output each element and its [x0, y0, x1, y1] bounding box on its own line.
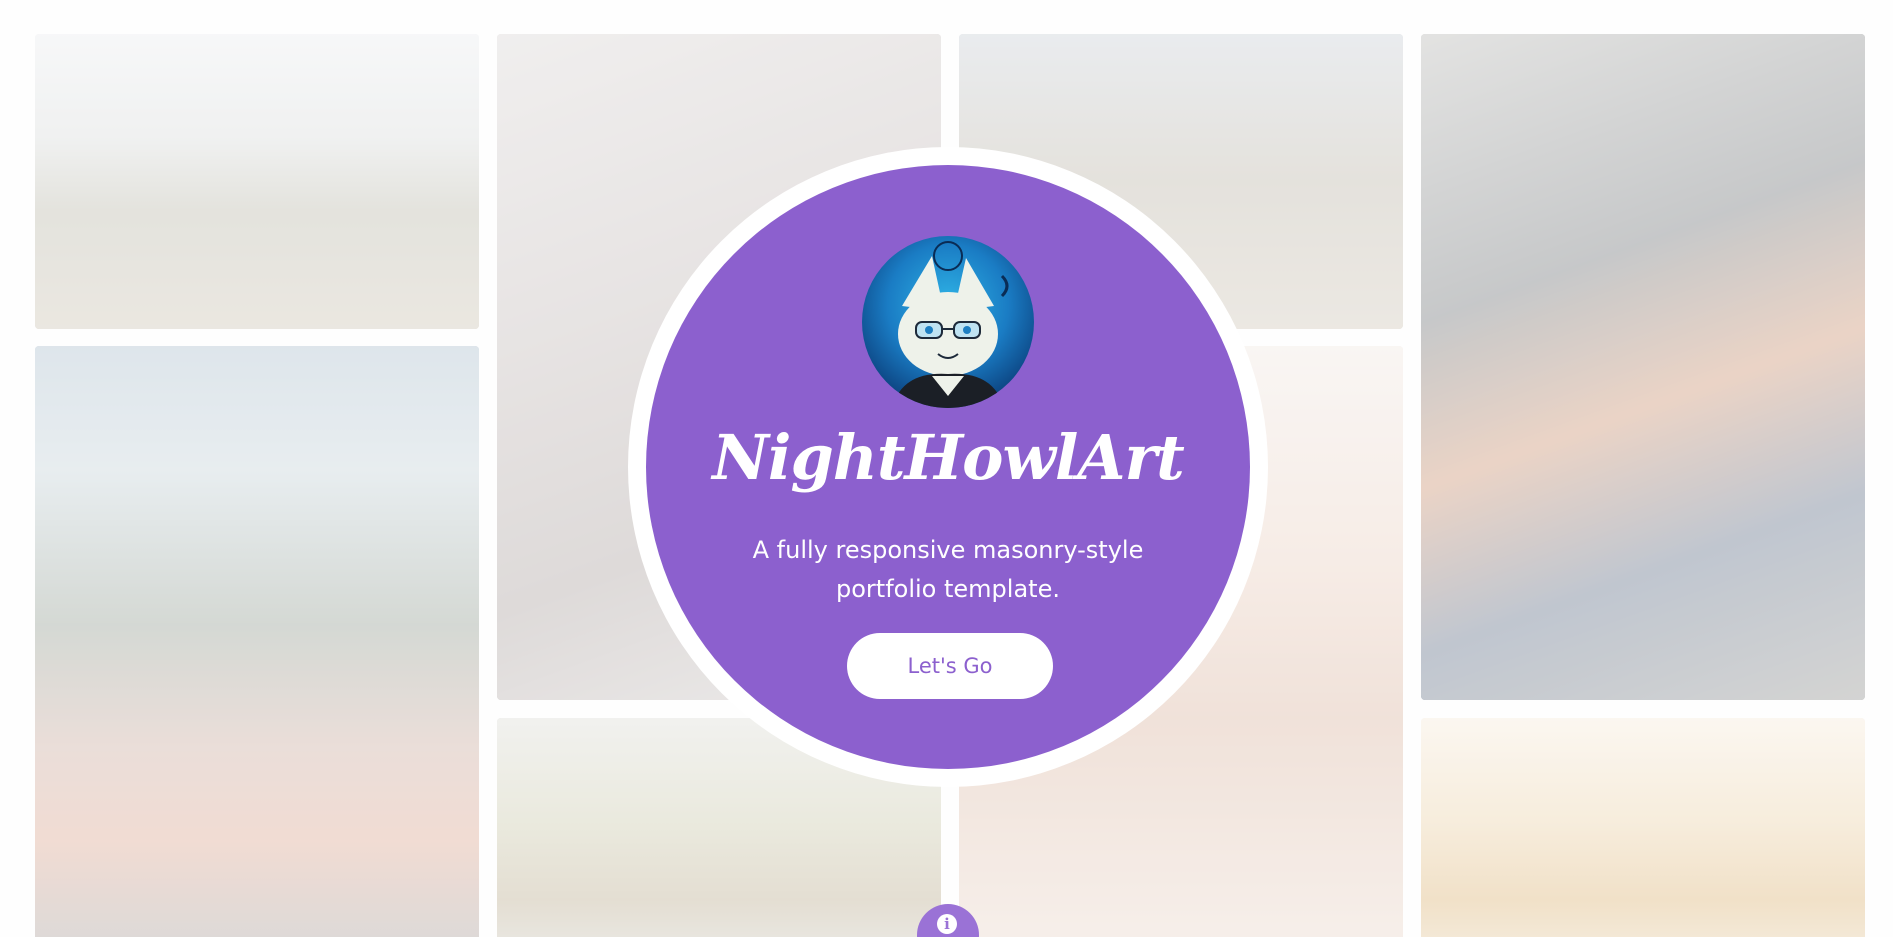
gallery-thumb[interactable]	[35, 346, 479, 937]
info-icon: i	[937, 914, 957, 934]
hero-subtitle: A fully responsive masonry-style portfol…	[752, 536, 1144, 603]
lets-go-button[interactable]: Let's Go	[847, 633, 1053, 699]
anthro-character-avatar-icon	[892, 241, 1009, 408]
gallery-thumb[interactable]	[1421, 718, 1865, 937]
hero-circle: NightHowlArt A fully responsive masonry-…	[646, 165, 1250, 769]
avatar	[862, 236, 1034, 408]
page: NightHowlArt A fully responsive masonry-…	[0, 0, 1893, 937]
gallery-thumb[interactable]	[1421, 34, 1865, 700]
page-title: NightHowlArt	[712, 421, 1185, 494]
gallery-thumb[interactable]	[35, 34, 479, 329]
